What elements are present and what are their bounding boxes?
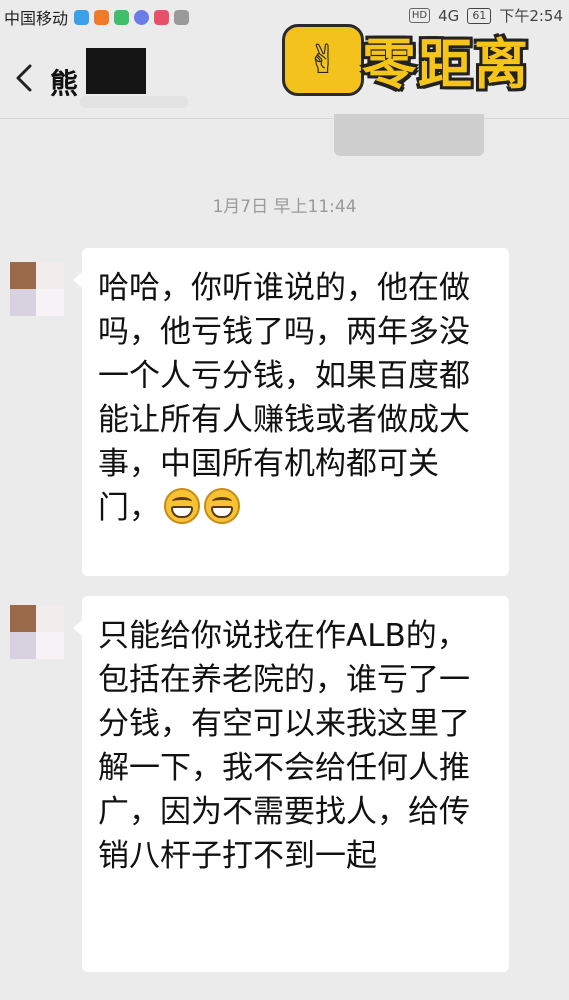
player-app-icon [134,9,150,25]
message-text: 哈哈，你听谁说的，他在做吗，他亏钱了吗，两年多没一个人亏分钱，如果百度都能让所有… [98,270,470,526]
redaction-blur [80,96,188,108]
message-bubble[interactable]: 只能给你说找在作ALB的，包括在养老院的，谁亏了一分钱，有空可以来我这里了解一下… [73,596,509,972]
grin-emoji-icon [164,488,200,524]
play-app-icon [154,9,170,25]
message-timestamp: 1月7日 早上11:44 [212,197,357,217]
contact-avatar[interactable] [10,262,64,316]
gallery-icon [174,9,190,25]
message-text: 只能给你说找在作ALB的，包括在养老院的，谁亏了一分钱，有空可以来我这里了解一下… [98,618,470,874]
contact-avatar[interactable] [10,605,64,659]
message-bubble[interactable]: 哈哈，你听谁说的，他在做吗，他亏钱了吗，两年多没一个人亏分钱，如果百度都能让所有… [73,248,509,576]
logo-badge-icon: ✌ [282,24,364,96]
watermark-logo: ✌ 零距离 [282,18,568,96]
grin-emoji-icon [204,488,240,524]
carrier-label: 中国移动 [4,9,69,28]
app-notification-icon [74,9,90,25]
previous-image-message[interactable] [334,114,484,156]
video-app-icon [94,9,110,25]
back-arrow-icon[interactable] [6,58,46,98]
contact-name: 熊 [50,67,79,100]
logo-text: 零距离 [362,33,530,96]
music-app-icon [114,9,130,25]
notification-icons [74,9,190,25]
redaction-block [86,48,146,94]
